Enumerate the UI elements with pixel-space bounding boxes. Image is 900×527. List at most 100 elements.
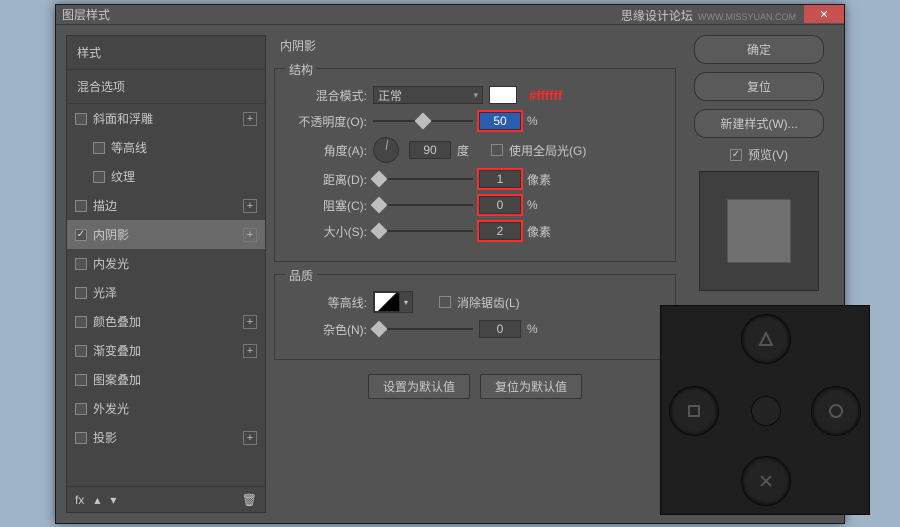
size-input[interactable]: 2: [479, 222, 521, 240]
add-instance-icon[interactable]: +: [243, 228, 257, 242]
effect-item-1[interactable]: 等高线: [67, 133, 265, 162]
global-light-label: 使用全局光(G): [509, 142, 586, 159]
add-instance-icon[interactable]: +: [243, 431, 257, 445]
antialias-label: 消除锯齿(L): [457, 294, 520, 311]
effect-item-2[interactable]: 纹理: [67, 162, 265, 191]
window-title: 图层样式: [62, 6, 110, 23]
arrow-up-icon[interactable]: ▴: [94, 493, 100, 507]
effect-item-8[interactable]: 渐变叠加+: [67, 336, 265, 365]
structure-legend: 结构: [285, 61, 317, 78]
size-label: 大小(S):: [287, 223, 367, 240]
effect-checkbox[interactable]: [75, 258, 87, 270]
fx-icon[interactable]: fx: [75, 493, 84, 507]
effect-item-11[interactable]: 投影 +: [67, 423, 265, 452]
chevron-down-icon: ▾: [473, 90, 478, 101]
cancel-button[interactable]: 复位: [694, 72, 824, 101]
opacity-slider[interactable]: [373, 114, 473, 128]
opacity-label: 不透明度(O):: [287, 113, 367, 130]
size-slider[interactable]: [373, 224, 473, 238]
effect-checkbox[interactable]: [75, 345, 87, 357]
noise-input[interactable]: 0: [479, 320, 521, 338]
effect-label: 外发光: [93, 400, 257, 417]
effect-checkbox[interactable]: [75, 316, 87, 328]
distance-input[interactable]: 1: [479, 170, 521, 188]
chevron-down-icon: ▾: [400, 292, 412, 312]
effect-checkbox[interactable]: [75, 229, 87, 241]
angle-label: 角度(A):: [287, 142, 367, 159]
distance-slider[interactable]: [373, 172, 473, 186]
close-button[interactable]: ✕: [804, 5, 844, 23]
sidebar-footer: fx ▴ ▾ 🗑: [67, 486, 265, 512]
blend-mode-select[interactable]: 正常 ▾: [373, 86, 483, 104]
dpad-cross-button[interactable]: [741, 456, 791, 506]
noise-label: 杂色(N):: [287, 321, 367, 338]
effect-label: 投影: [93, 429, 237, 446]
contour-label: 等高线:: [287, 294, 367, 311]
dpad-overlay: [660, 305, 870, 515]
effect-label: 描边: [93, 197, 237, 214]
new-style-button[interactable]: 新建样式(W)...: [694, 109, 824, 138]
titlebar[interactable]: 图层样式 思缘设计论坛 WWW.MISSYUAN.COM ✕: [56, 5, 844, 25]
effect-label: 颜色叠加: [93, 313, 237, 330]
color-swatch[interactable]: [489, 86, 517, 104]
effect-checkbox[interactable]: [75, 403, 87, 415]
main-panel: 内阴影 结构 混合模式: 正常 ▾ #ffffff 不透明度(O): 50: [274, 35, 676, 513]
effect-checkbox[interactable]: [93, 171, 105, 183]
effect-item-3[interactable]: 描边 +: [67, 191, 265, 220]
angle-dial[interactable]: [373, 137, 399, 163]
effect-checkbox[interactable]: [93, 142, 105, 154]
dpad-square-button[interactable]: [669, 386, 719, 436]
effect-item-5[interactable]: 内发光: [67, 249, 265, 278]
ok-button[interactable]: 确定: [694, 35, 824, 64]
trash-icon[interactable]: 🗑: [242, 493, 257, 507]
effect-label: 等高线: [111, 139, 257, 156]
dpad-triangle-button[interactable]: [741, 314, 791, 364]
effects-list: 斜面和浮雕+等高线纹理描边+内阴影+内发光光泽颜色叠加+渐变叠加+图案叠加外发光…: [67, 104, 265, 486]
effect-checkbox[interactable]: [75, 374, 87, 386]
contour-picker[interactable]: ▾: [373, 291, 413, 313]
opacity-input[interactable]: 50: [479, 112, 521, 130]
effect-checkbox[interactable]: [75, 432, 87, 444]
reset-default-button[interactable]: 复位为默认值: [480, 374, 582, 399]
angle-input[interactable]: 90: [409, 141, 451, 159]
effect-item-0[interactable]: 斜面和浮雕 +: [67, 104, 265, 133]
effect-title: 内阴影: [274, 35, 676, 56]
antialias-checkbox[interactable]: [439, 296, 451, 308]
add-instance-icon[interactable]: +: [243, 344, 257, 358]
effect-label: 内阴影: [93, 226, 237, 243]
preview-checkbox[interactable]: [730, 149, 742, 161]
add-instance-icon[interactable]: +: [243, 199, 257, 213]
quality-legend: 品质: [285, 267, 317, 284]
dpad-center[interactable]: [751, 396, 781, 426]
effect-item-6[interactable]: 光泽: [67, 278, 265, 307]
effect-item-7[interactable]: 颜色叠加 +: [67, 307, 265, 336]
add-instance-icon[interactable]: +: [243, 112, 257, 126]
effect-label: 光泽: [93, 284, 257, 301]
make-default-button[interactable]: 设置为默认值: [368, 374, 470, 399]
distance-label: 距离(D):: [287, 171, 367, 188]
preview-box: [699, 171, 819, 291]
styles-sidebar: 样式 混合选项 斜面和浮雕+等高线纹理描边+内阴影+内发光光泽颜色叠加+渐变叠加…: [66, 35, 266, 513]
sidebar-header-styles[interactable]: 样式: [67, 36, 265, 70]
quality-group: 品质 等高线: ▾ 消除锯齿(L) 杂色(N): 0 %: [274, 274, 676, 360]
arrow-down-icon[interactable]: ▾: [110, 493, 116, 507]
noise-slider[interactable]: [373, 322, 473, 336]
structure-group: 结构 混合模式: 正常 ▾ #ffffff 不透明度(O): 50 %: [274, 68, 676, 262]
effect-label: 纹理: [111, 168, 257, 185]
effect-item-4[interactable]: 内阴影 +: [67, 220, 265, 249]
choke-input[interactable]: 0: [479, 196, 521, 214]
add-instance-icon[interactable]: +: [243, 315, 257, 329]
effect-checkbox[interactable]: [75, 287, 87, 299]
effect-label: 斜面和浮雕: [93, 110, 237, 127]
effect-label: 内发光: [93, 255, 257, 272]
effect-checkbox[interactable]: [75, 113, 87, 125]
sidebar-header-blend[interactable]: 混合选项: [67, 70, 265, 104]
effect-item-9[interactable]: 图案叠加: [67, 365, 265, 394]
preview-swatch: [727, 199, 791, 263]
dpad-circle-button[interactable]: [811, 386, 861, 436]
choke-slider[interactable]: [373, 198, 473, 212]
choke-label: 阻塞(C):: [287, 197, 367, 214]
effect-item-10[interactable]: 外发光: [67, 394, 265, 423]
effect-checkbox[interactable]: [75, 200, 87, 212]
global-light-checkbox[interactable]: [491, 144, 503, 156]
